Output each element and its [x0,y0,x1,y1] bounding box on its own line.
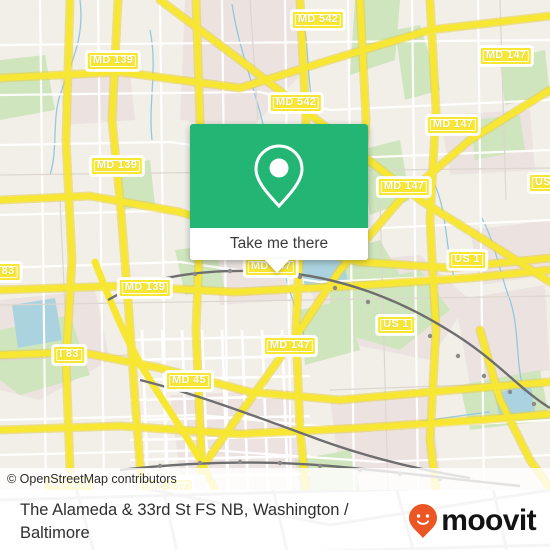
road-shield: I 83 [52,345,86,365]
road-shield: US 1 [447,250,487,270]
moovit-wordmark: moovit [441,504,536,537]
osm-attribution[interactable]: © OpenStreetMap contributors [0,468,550,490]
road-shield: MD 147 [478,46,534,66]
moovit-smiling-pin-icon [409,504,438,538]
station-popup-card[interactable]: Take me there [190,124,368,260]
road-shield: 83 [0,262,22,282]
moovit-logo[interactable]: moovit [408,503,537,539]
popup-header [190,124,368,228]
road-shield: MD 147 [262,336,318,356]
road-shield: MD 139 [85,51,141,71]
road-shield: MD 542 [268,93,324,113]
road-shield: US [528,173,550,193]
popup-pointer [264,259,290,273]
road-shield: MD 147 [376,177,432,197]
take-me-there-button[interactable]: Take me there [190,228,368,260]
road-shield: MD 542 [290,10,346,30]
map-pin-icon [254,144,304,209]
station-title: The Alameda & 33rd St FS NB, Washington … [20,501,349,542]
road-shield: MD 139 [117,278,173,298]
road-shield: MD 139 [89,156,145,176]
moovit-station-card: MD 542 MD 147 MD 139 MD 542 MD 147 MD 13… [0,0,550,550]
road-shield: MD 45 [165,371,213,391]
footer-bar: The Alameda & 33rd St FS NB, Washington … [0,490,550,550]
road-shield: MD 147 [425,115,481,135]
road-shield: US 1 [376,315,416,335]
